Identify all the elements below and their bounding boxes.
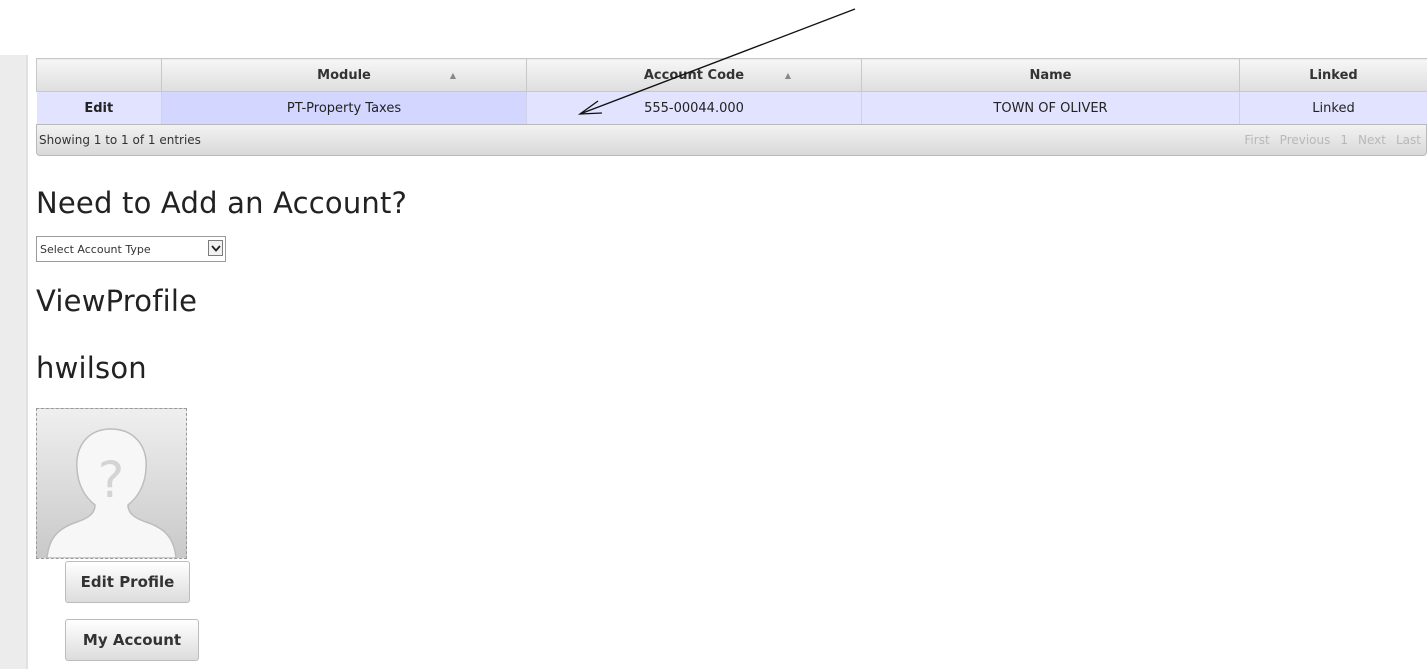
account-type-value: Select Account Type [40, 242, 151, 256]
my-account-button[interactable]: My Account [65, 619, 199, 661]
left-rail [0, 55, 28, 669]
default-avatar-icon: ? [36, 408, 187, 559]
column-header-linked[interactable]: Linked [1239, 58, 1427, 92]
column-header-name[interactable]: Name [861, 58, 1240, 92]
sort-asc-icon: ▲ [784, 71, 791, 80]
edit-profile-button[interactable]: Edit Profile [65, 561, 190, 603]
column-header-account-code[interactable]: Account Code ▲ [526, 58, 862, 92]
add-account-heading: Need to Add an Account? [36, 186, 408, 220]
main-content: Module ▲ Account Code ▲ Name Linked Edit… [36, 58, 1427, 661]
account-type-select[interactable]: Select Account Type [36, 236, 226, 262]
table-header-row: Module ▲ Account Code ▲ Name Linked [36, 58, 1427, 92]
column-label: Module [317, 67, 371, 83]
cell-linked: Linked [1239, 91, 1427, 124]
accounts-table: Module ▲ Account Code ▲ Name Linked Edit… [36, 58, 1427, 124]
pager-previous[interactable]: Previous [1275, 133, 1336, 147]
pager-first[interactable]: First [1239, 133, 1274, 147]
pager-last[interactable]: Last [1391, 133, 1426, 147]
table-row: Edit PT-Property Taxes 555-00044.000 TOW… [36, 91, 1427, 124]
sort-asc-icon: ▲ [449, 71, 456, 80]
pager-page-1[interactable]: 1 [1335, 133, 1353, 147]
pagination: First Previous 1 Next Last [1239, 133, 1426, 147]
column-label: Account Code [643, 67, 745, 83]
edit-link[interactable]: Edit [36, 91, 162, 124]
svg-text:?: ? [98, 451, 125, 509]
cell-account-code: 555-00044.000 [526, 91, 862, 124]
cell-module: PT-Property Taxes [161, 91, 527, 124]
column-label: Linked [1309, 67, 1358, 83]
column-header-action [36, 58, 162, 92]
cell-name: TOWN OF OLIVER [861, 91, 1240, 124]
username-heading: hwilson [36, 351, 147, 385]
pager-next[interactable]: Next [1353, 133, 1391, 147]
chevron-down-icon[interactable] [208, 240, 223, 256]
column-label: Name [1029, 67, 1072, 83]
table-footer: Showing 1 to 1 of 1 entries First Previo… [36, 124, 1427, 156]
view-profile-heading: ViewProfile [36, 284, 198, 318]
column-header-module[interactable]: Module ▲ [161, 58, 527, 92]
entries-info: Showing 1 to 1 of 1 entries [39, 133, 201, 147]
